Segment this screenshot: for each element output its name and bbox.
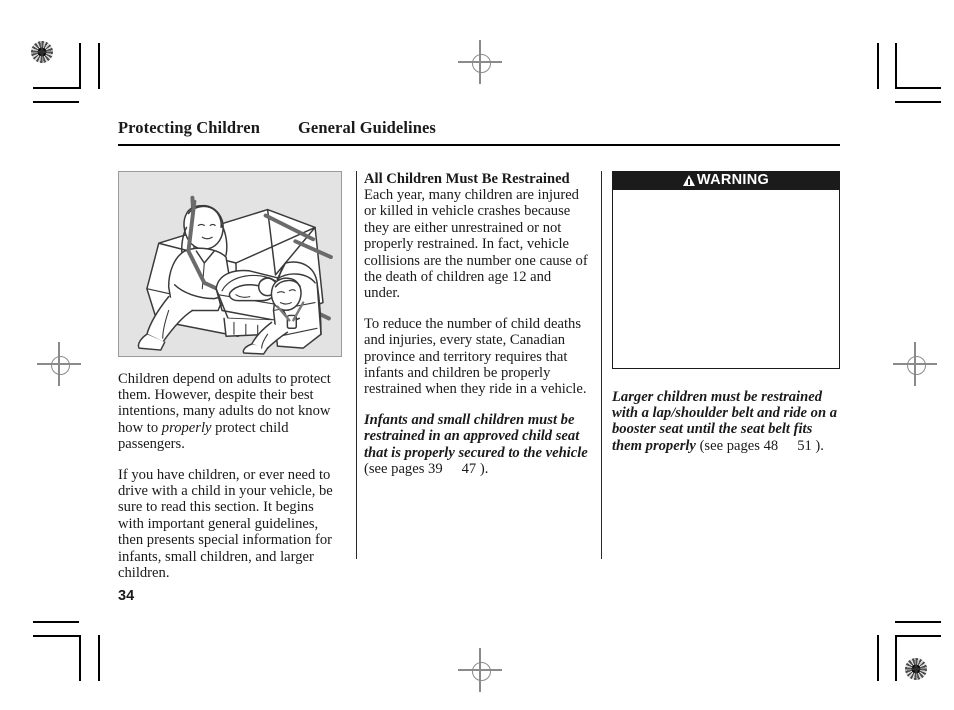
column-divider-right bbox=[601, 170, 603, 559]
crop-mark-bottom-left-inner-h bbox=[33, 635, 79, 637]
middle-paragraph-1: Each year, many children are injured or … bbox=[364, 187, 588, 302]
three-column-layout: Children depend on adults to protect the… bbox=[118, 170, 840, 582]
right-p1-ref-suffix: ). bbox=[811, 437, 824, 454]
left-p1-emphasis: properly bbox=[161, 419, 212, 436]
column-divider-left bbox=[356, 170, 358, 559]
crop-mark-bottom-right-outer-v bbox=[877, 635, 879, 681]
crop-mark-bottom-left-inner-v bbox=[79, 635, 81, 681]
crop-mark-top-right-inner-h bbox=[895, 87, 941, 89]
crop-mark-top-left-outer-v bbox=[98, 43, 100, 89]
crop-mark-bottom-right-inner-v bbox=[895, 635, 897, 681]
header-chapter-title: Protecting Children bbox=[118, 118, 260, 137]
middle-p3-page-from: 39 bbox=[428, 461, 443, 478]
crosshair-registration-icon-left-middle bbox=[37, 342, 81, 386]
warning-label: WARNING bbox=[696, 172, 770, 189]
warning-triangle-icon bbox=[682, 175, 695, 187]
right-paragraph-1: Larger children must be restrained with … bbox=[612, 389, 840, 455]
crop-mark-top-right-inner-v bbox=[895, 43, 897, 89]
header-section-title: General Guidelines bbox=[298, 118, 436, 137]
right-p1-page-to: 51 bbox=[797, 437, 812, 454]
crop-mark-top-left-inner-h bbox=[33, 87, 79, 89]
rear-seat-child-restraint-illustration bbox=[118, 170, 342, 357]
crosshair-registration-icon-bottom-center bbox=[458, 648, 502, 692]
manual-page: Protecting Children General Guidelines C… bbox=[118, 118, 840, 618]
middle-subheading: All Children Must Be Restrained bbox=[364, 170, 570, 187]
crosshair-registration-icon-right-middle bbox=[893, 342, 937, 386]
warning-header: WARNING bbox=[612, 170, 840, 190]
middle-p3-ref-prefix: (see pages bbox=[364, 461, 429, 478]
crop-mark-bottom-right-outer-h bbox=[895, 621, 941, 623]
left-column: Children depend on adults to protect the… bbox=[118, 170, 342, 582]
crop-mark-top-left-outer-h bbox=[33, 101, 79, 103]
right-p1-ref-prefix: (see pages bbox=[695, 437, 764, 454]
middle-p3-page-to: 47 bbox=[461, 461, 477, 478]
page-number: 34 bbox=[118, 588, 135, 604]
registration-target-icon-top-left bbox=[31, 41, 53, 63]
middle-paragraph-3: Infants and small children must be restr… bbox=[364, 412, 590, 478]
right-p1-page-from: 48 bbox=[763, 437, 779, 454]
crop-mark-bottom-left-outer-h bbox=[33, 621, 79, 623]
middle-p3-ref-suffix: ). bbox=[476, 461, 489, 478]
crop-mark-top-left-inner-v bbox=[79, 43, 81, 89]
header-divider-rule bbox=[118, 144, 840, 146]
middle-paragraph-2: To reduce the number of child deaths and… bbox=[364, 315, 587, 398]
warning-body-text bbox=[612, 189, 840, 369]
crop-mark-bottom-left-outer-v bbox=[98, 635, 100, 681]
crosshair-registration-icon-top-center bbox=[458, 40, 502, 84]
crop-mark-top-right-outer-v bbox=[877, 43, 879, 89]
warning-box: WARNING bbox=[612, 170, 840, 369]
page-header: Protecting Children General Guidelines bbox=[118, 118, 840, 144]
middle-column: All Children Must Be Restrained Each yea… bbox=[364, 171, 590, 582]
crop-mark-bottom-right-inner-h bbox=[895, 635, 941, 637]
left-paragraph-2: If you have children, or ever need to dr… bbox=[118, 466, 333, 582]
middle-p3-emphasis: Infants and small children must be restr… bbox=[364, 411, 588, 461]
registration-target-icon-bottom-right bbox=[905, 658, 927, 680]
crop-mark-top-right-outer-h bbox=[895, 101, 941, 103]
left-paragraph-1: Children depend on adults to protect the… bbox=[118, 371, 342, 453]
right-column: WARNING Larger children must be restrain… bbox=[612, 170, 840, 582]
